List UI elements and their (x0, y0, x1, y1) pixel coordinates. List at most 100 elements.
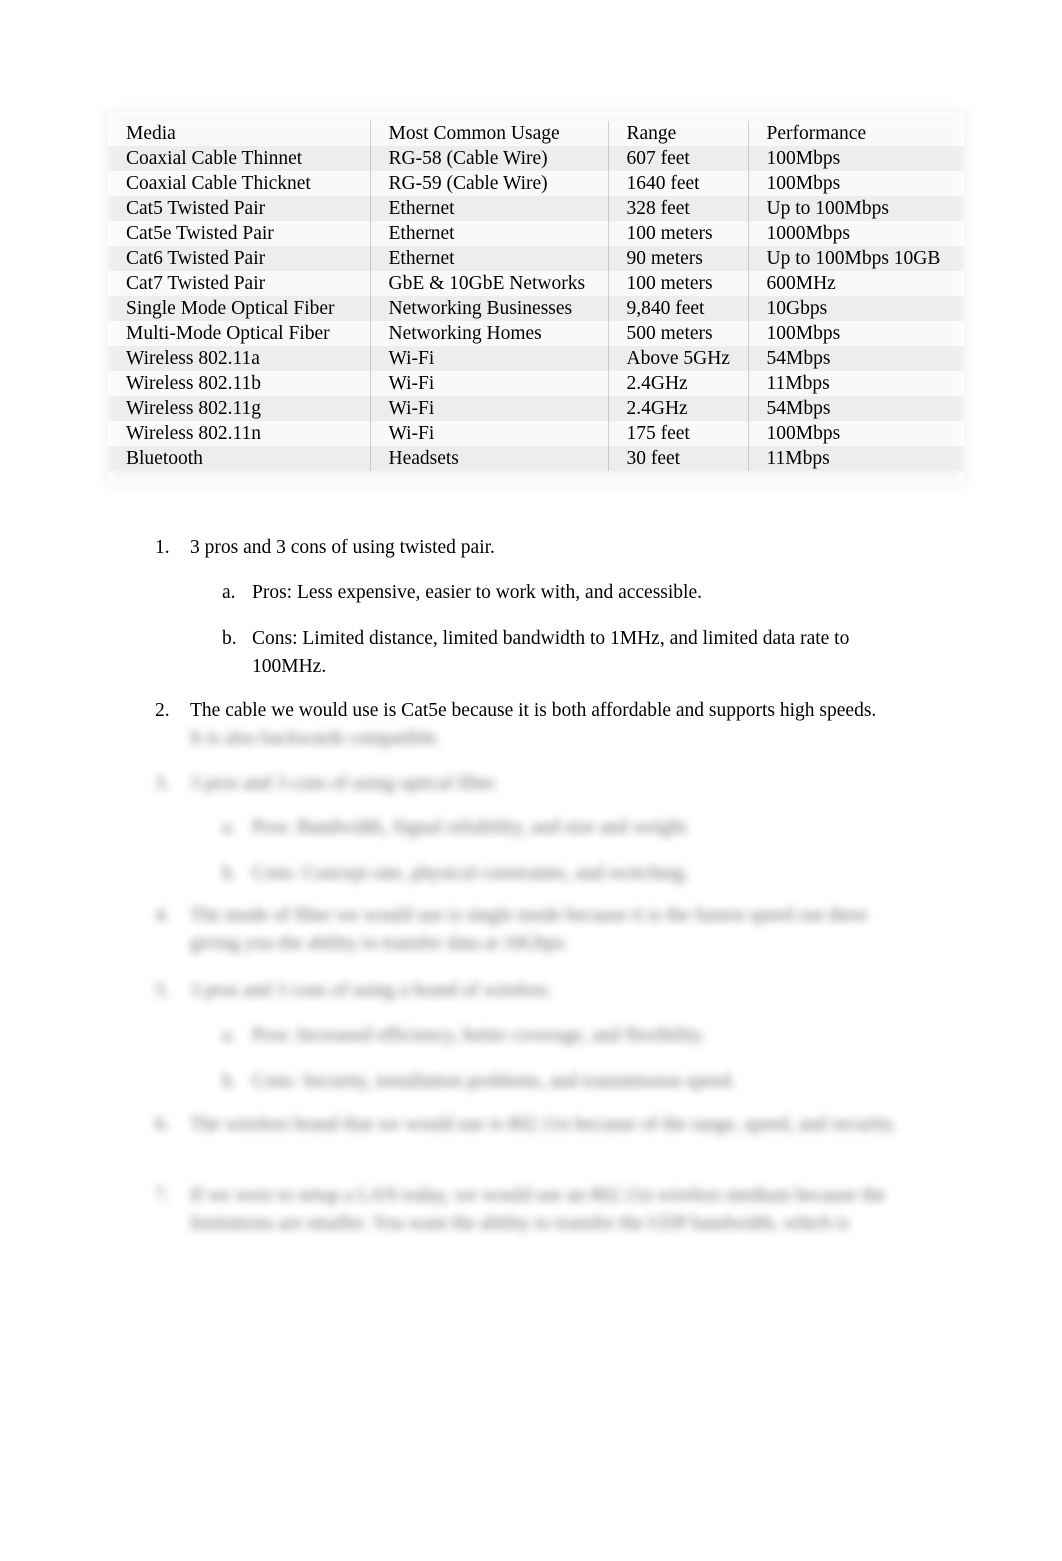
list-item-7: 7. If we were to setup a LAN today, we w… (155, 1182, 945, 1238)
list-marker: b. (222, 863, 237, 884)
table-row: Multi-Mode Optical Fiber Networking Home… (108, 321, 964, 346)
table-row: Wireless 802.11g Wi-Fi 2.4GHz 54Mbps (108, 396, 964, 421)
cell-media: Bluetooth (108, 446, 371, 471)
cell-usage: Headsets (370, 446, 609, 471)
list-item-text: Cons: Concept rate, physical constraints… (252, 863, 690, 884)
list-item-3b: b. Cons: Concept rate, physical constrai… (222, 860, 942, 888)
cell-usage: GbE & 10GbE Networks (370, 271, 609, 296)
table-row: Wireless 802.11a Wi-Fi Above 5GHz 54Mbps (108, 346, 964, 371)
list-marker: 6. (155, 1114, 170, 1135)
list-marker: a. (222, 817, 236, 838)
list-item-text: Cons: Limited distance, limited bandwidt… (252, 628, 850, 677)
list-marker: 1. (155, 537, 170, 558)
list-item-text: 3 pros and 3 cons of using a brand of wi… (190, 980, 553, 1001)
cell-performance: 54Mbps (766, 348, 831, 369)
cell-usage: RG-59 (Cable Wire) (370, 171, 609, 196)
list-item-text: 3 pros and 3 cons of using twisted pair. (190, 537, 495, 558)
cell-usage: RG-58 (Cable Wire) (370, 146, 609, 171)
cell-media: Cat5e Twisted Pair (108, 221, 371, 246)
cell-media: Wireless 802.11n (108, 421, 371, 446)
cell-range: 607 feet (608, 146, 749, 171)
cell-usage: Wi-Fi (370, 346, 609, 371)
cell-media: Single Mode Optical Fiber (108, 296, 371, 321)
cell-media: Coaxial Cable Thinnet (108, 146, 371, 171)
list-marker: b. (222, 628, 237, 649)
cell-range: 328 feet (608, 196, 749, 221)
cell-range: Above 5GHz (608, 346, 749, 371)
list-item-text: Cons: Security, installation problems, a… (252, 1071, 736, 1092)
cell-usage: Ethernet (370, 246, 609, 271)
list-marker: 7. (155, 1185, 170, 1206)
cell-usage: Networking Homes (370, 321, 609, 346)
table-row: Coaxial Cable Thicknet RG-59 (Cable Wire… (108, 171, 964, 196)
list-item-text: 3 pros and 3 cons of using optical fiber… (190, 773, 499, 794)
table-row: Wireless 802.11n Wi-Fi 175 feet 100Mbps (108, 421, 964, 446)
table-row: Single Mode Optical Fiber Networking Bus… (108, 296, 964, 321)
cell-performance: 100Mbps (766, 148, 841, 169)
table-header-row: Media Most Common Usage Range Performanc… (108, 121, 964, 146)
list-item-1b: b. Cons: Limited distance, limited bandw… (222, 625, 902, 681)
network-media-comparison-table: Media Most Common Usage Range Performanc… (108, 113, 964, 483)
list-item-3a: a. Pros: Bandwidth, Signal reliability, … (222, 814, 942, 842)
cell-media: Cat7 Twisted Pair (108, 271, 371, 296)
list-marker: a. (222, 1025, 236, 1046)
cell-usage: Ethernet (370, 196, 609, 221)
list-item-text: The wireless brand that we would use is … (190, 1114, 897, 1135)
cell-range: 1640 feet (608, 171, 749, 196)
media-table: Media Most Common Usage Range Performanc… (108, 121, 964, 471)
list-item-text: It is also backwards compatible. (190, 728, 441, 749)
cell-performance: 600MHz (766, 273, 836, 294)
cell-usage: Wi-Fi (370, 421, 609, 446)
list-marker: 5. (155, 980, 170, 1001)
cell-performance: 100Mbps (766, 323, 841, 344)
cell-usage: Networking Businesses (370, 296, 609, 321)
list-marker: a. (222, 582, 236, 603)
cell-performance: 54Mbps (766, 398, 831, 419)
column-header-media: Media (108, 121, 371, 146)
list-marker: 3. (155, 773, 170, 794)
list-item-3: 3. 3 pros and 3 cons of using optical fi… (155, 770, 945, 798)
list-item-text: The mode of fiber we would use is single… (190, 905, 868, 954)
table-row: Coaxial Cable Thinnet RG-58 (Cable Wire)… (108, 146, 964, 171)
cell-performance: 11Mbps (766, 448, 830, 469)
list-item-1: 1. 3 pros and 3 cons of using twisted pa… (155, 534, 945, 562)
cell-usage: Wi-Fi (370, 396, 609, 421)
list-item-2-continuation: It is also backwards compatible. (155, 725, 945, 753)
cell-range: 500 meters (608, 321, 749, 346)
list-item-text: Pros: Less expensive, easier to work wit… (252, 582, 703, 603)
cell-range: 2.4GHz (608, 371, 749, 396)
table-row: Cat5 Twisted Pair Ethernet 328 feet Up t… (108, 196, 964, 221)
cell-usage: Wi-Fi (370, 371, 609, 396)
cell-media: Wireless 802.11g (108, 396, 371, 421)
list-item-6: 6. The wireless brand that we would use … (155, 1111, 905, 1139)
cell-range: 30 feet (608, 446, 749, 471)
list-item-text: Pros: Increased efficiency, better cover… (252, 1025, 706, 1046)
list-marker: 4. (155, 905, 170, 926)
cell-performance: 100Mbps (766, 423, 841, 444)
list-item-text: The cable we would use is Cat5e because … (190, 700, 877, 721)
list-item-4: 4. The mode of fiber we would use is sin… (155, 902, 915, 958)
column-header-range: Range (608, 121, 749, 146)
cell-range: 9,840 feet (608, 296, 749, 321)
list-item-5b: b. Cons: Security, installation problems… (222, 1068, 942, 1096)
cell-media: Wireless 802.11b (108, 371, 371, 396)
column-header-performance: Performance (766, 123, 867, 144)
cell-performance: 100Mbps (766, 173, 841, 194)
list-item-2: 2. The cable we would use is Cat5e becau… (155, 697, 945, 725)
cell-usage: Ethernet (370, 221, 609, 246)
list-marker: 2. (155, 700, 170, 721)
list-item-text: Pros: Bandwidth, Signal reliability, and… (252, 817, 691, 838)
table-row: Bluetooth Headsets 30 feet 11Mbps (108, 446, 964, 471)
cell-range: 100 meters (608, 271, 749, 296)
cell-performance: 11Mbps (766, 373, 830, 394)
cell-performance: Up to 100Mbps (766, 198, 889, 219)
list-marker: b. (222, 1071, 237, 1092)
list-item-5a: a. Pros: Increased efficiency, better co… (222, 1022, 942, 1050)
column-header-usage: Most Common Usage (370, 121, 609, 146)
cell-performance: 10Gbps (766, 298, 828, 319)
list-item-text: If we were to setup a LAN today, we woul… (190, 1185, 886, 1234)
cell-range: 90 meters (608, 246, 749, 271)
table-row: Cat7 Twisted Pair GbE & 10GbE Networks 1… (108, 271, 964, 296)
cell-range: 2.4GHz (608, 396, 749, 421)
cell-range: 175 feet (608, 421, 749, 446)
